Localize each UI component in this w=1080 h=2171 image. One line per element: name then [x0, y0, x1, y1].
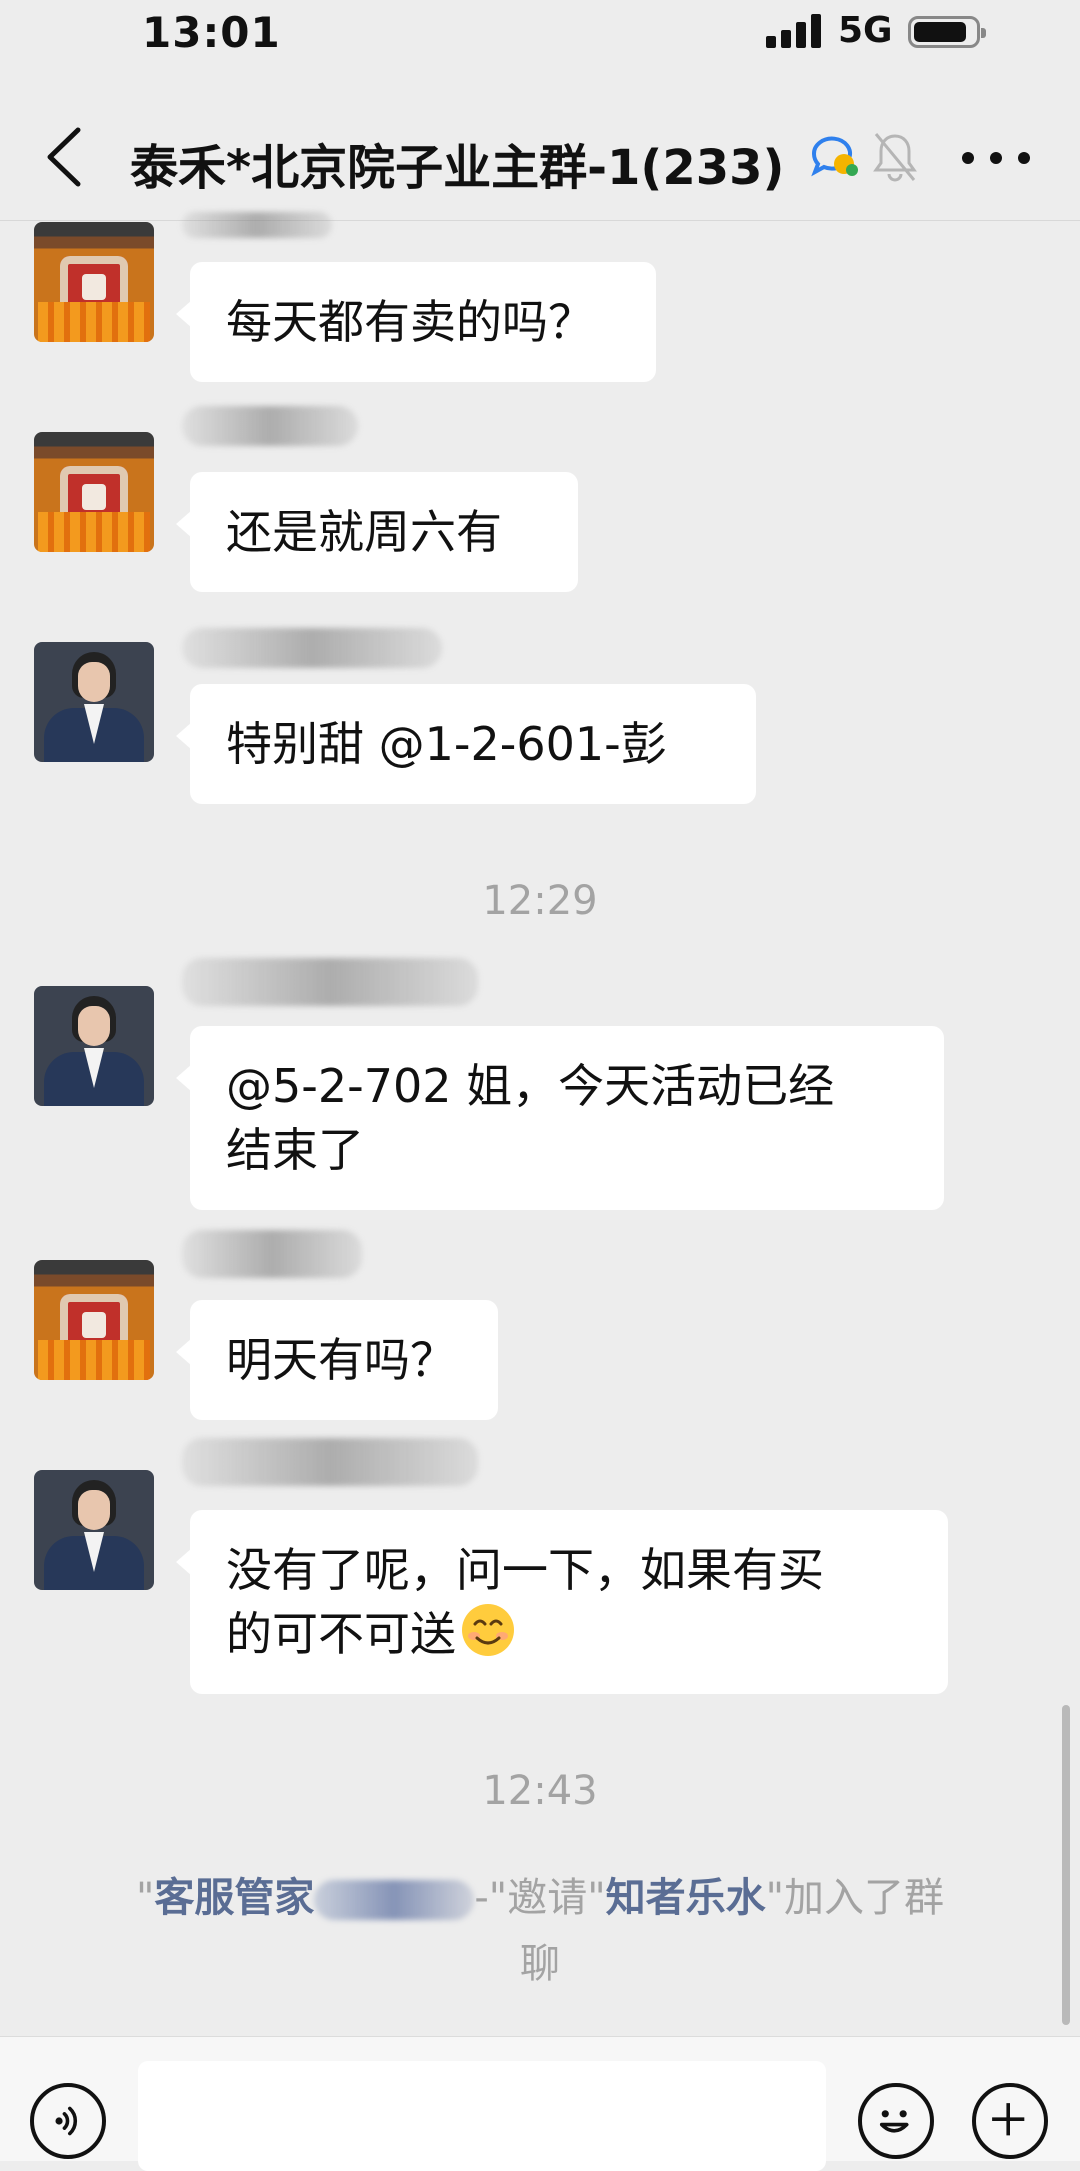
- sender-name-redacted: [182, 406, 358, 446]
- more-icon[interactable]: [962, 152, 1032, 166]
- chat-bubble-icon[interactable]: [808, 134, 862, 182]
- avatar[interactable]: [34, 432, 154, 552]
- timestamp: 12:43: [482, 1768, 598, 1814]
- message-bubble[interactable]: 还是就周六有: [176, 472, 578, 592]
- message-line: 的可不可送: [226, 1602, 912, 1666]
- sender-name-redacted: [182, 212, 332, 238]
- invitee-link[interactable]: 知者乐水: [606, 1875, 766, 1921]
- message-line: 没有了呢，问一下，如果有买: [226, 1543, 824, 1597]
- message-bubble[interactable]: 特别甜 @1-2-601-彭: [176, 684, 756, 804]
- avatar[interactable]: [34, 642, 154, 762]
- signal-icon: [766, 14, 826, 48]
- scrollbar[interactable]: [1062, 1705, 1070, 2025]
- sender-name-redacted: [182, 1438, 478, 1486]
- input-bar: [0, 2036, 1080, 2171]
- battery-icon: [908, 16, 986, 48]
- smiling-face-emoji-icon: [462, 1604, 514, 1656]
- chat-header: 泰禾*北京院子业主群-1(233): [0, 100, 1080, 221]
- timestamp: 12:29: [482, 878, 598, 924]
- system-notice: "客服管家 -"邀请"知者乐水"加入了群: [135, 1875, 945, 1921]
- status-time: 13:01: [142, 8, 281, 57]
- chat-title[interactable]: 泰禾*北京院子业主群-1(233): [130, 128, 785, 198]
- message-line: 结束了: [226, 1123, 364, 1177]
- message-bubble[interactable]: 明天有吗？: [176, 1300, 498, 1420]
- status-bar: 13:01 5G: [0, 0, 1080, 64]
- message-input[interactable]: [138, 2061, 826, 2171]
- network-label: 5G: [838, 10, 893, 51]
- message-bubble[interactable]: 没有了呢，问一下，如果有买 的可不可送: [176, 1510, 948, 1694]
- voice-icon[interactable]: [30, 2083, 106, 2159]
- message-bubble[interactable]: @5-2-702 姐，今天活动已经 结束了: [176, 1026, 944, 1210]
- inviter-link[interactable]: 客服管家: [154, 1875, 314, 1921]
- plus-icon[interactable]: [972, 2083, 1048, 2159]
- sender-name-redacted: [182, 628, 442, 668]
- redacted-name: [314, 1880, 475, 1920]
- mute-bell-icon: [873, 133, 917, 182]
- avatar[interactable]: [34, 986, 154, 1106]
- emoji-icon[interactable]: [858, 2083, 934, 2159]
- sender-name-redacted: [182, 1230, 362, 1278]
- avatar[interactable]: [34, 1470, 154, 1590]
- back-icon[interactable]: [36, 122, 96, 192]
- avatar[interactable]: [34, 222, 154, 342]
- system-notice-continued: 聊: [520, 1941, 560, 1987]
- message-bubble[interactable]: 每天都有卖的吗？: [176, 262, 656, 382]
- sender-name-redacted: [182, 958, 478, 1006]
- avatar[interactable]: [34, 1260, 154, 1380]
- message-line: @5-2-702 姐，今天活动已经: [226, 1059, 835, 1113]
